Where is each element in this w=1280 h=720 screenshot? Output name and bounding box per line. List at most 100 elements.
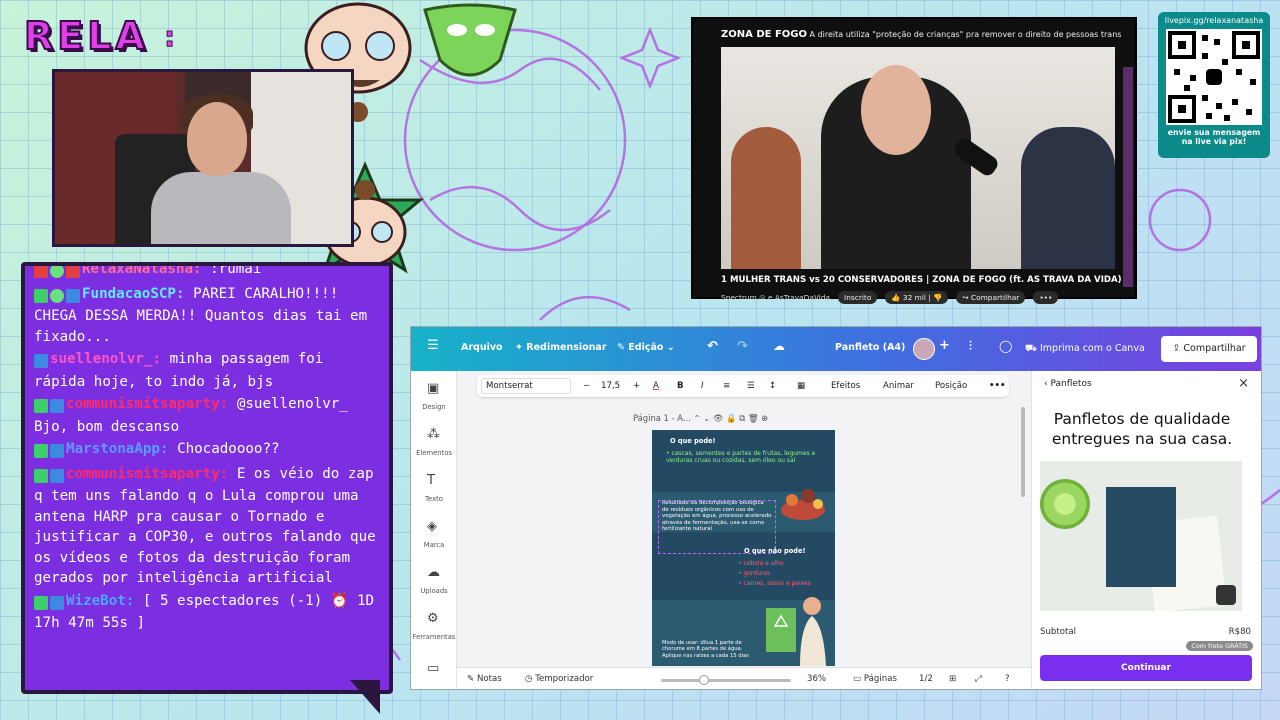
page-bad-item-2[interactable]: • gorduras [738,570,770,577]
spacing-icon[interactable]: ↕ [769,381,776,391]
close-icon[interactable]: × [1238,376,1249,391]
chat-username[interactable]: suellenolvr_ [50,351,153,367]
redo-button[interactable]: ↷ [737,339,748,354]
shapes-icon[interactable]: ⁂ [427,427,441,442]
more-button[interactable]: ••• [1033,291,1059,304]
upload-icon[interactable]: ☁ [427,565,441,580]
insights-icon[interactable]: ⫶ [969,339,972,354]
font-size-increase[interactable]: + [633,381,640,391]
font-size-value[interactable]: 17,5 [601,381,620,391]
sidebar-item-label[interactable]: Marca [411,541,457,549]
undo-button[interactable]: ↶ [707,339,718,354]
green-badge-icon [34,288,48,303]
page-heading-bad[interactable]: O que não pode! [744,547,806,555]
qr-code-pattern [1168,31,1260,123]
page-bad-item-1[interactable]: • cebola e alho [738,560,784,567]
pages-button[interactable]: ▭ Páginas [853,674,897,684]
edit-menu[interactable]: ✎ Edição ⌄ [617,342,675,353]
blue-badge-icon [50,444,64,458]
italic-button[interactable]: I [701,381,704,391]
resize-menu[interactable]: ✦ Redimensionar [515,342,607,353]
document-title[interactable]: Panfleto (A4) [835,342,905,353]
subscribe-button[interactable]: Inscrito [838,291,878,304]
zoom-slider-knob[interactable] [699,675,709,685]
file-menu[interactable]: Arquivo [461,342,503,353]
notes-button[interactable]: ✎ Notas [467,674,502,684]
page-footer-text[interactable]: Modo de usar: dilua 1 parte de chorume e… [662,640,762,659]
zoom-value[interactable]: 36% [807,674,826,684]
chat-username[interactable]: communismitsaparty [66,466,220,482]
comment-icon[interactable]: ◯ [999,339,1012,353]
tools-icon[interactable]: ⚙ [427,611,441,626]
page-heading-ok[interactable]: O que pode! [670,437,716,445]
canvas-scrollbar[interactable] [1021,407,1025,497]
help-button[interactable]: ? [1005,674,1010,684]
share-button[interactable]: ⇪ Compartilhar [1161,336,1257,362]
sidebar-item-label[interactable]: Texto [411,495,457,503]
more-options-button[interactable]: ••• [989,381,1005,391]
chat-username[interactable]: WizeBot [66,593,126,609]
share-button[interactable]: ↪ Compartilhar [956,291,1026,304]
list-icon[interactable]: ☰ [747,381,755,391]
sidebar-item-label[interactable]: Ferramentas [411,633,457,641]
cloud-save-icon[interactable]: ☁ [773,339,785,353]
video-title[interactable]: 1 MULHER TRANS vs 20 CONSERVADORES | ZON… [721,275,1122,285]
chat-username[interactable]: MarstonaApp [66,441,160,457]
page-count[interactable]: 1/2 [919,674,933,684]
page-label[interactable]: Página 1 - A... [633,413,691,423]
sidebar-item-label[interactable]: Elementos [411,449,457,457]
channel-name[interactable]: Spectrum ◎ e AsTravaDaVida [721,293,830,302]
font-size-decrease[interactable]: − [583,381,590,391]
effects-button[interactable]: Efeitos [831,381,860,391]
timer-button[interactable]: ◷ Temporizador [525,674,593,684]
user-avatar[interactable] [913,338,935,360]
continue-button[interactable]: Continuar [1040,655,1252,681]
chat-username-colon: : [219,465,237,482]
font-selector[interactable]: Montserrat [481,378,571,394]
page-ok-text[interactable]: • cascas, sementes e partes de frutas, l… [666,450,826,465]
green-badge-icon [34,468,48,483]
brand-icon[interactable]: ◈ [427,519,441,534]
related-videos-strip[interactable] [1123,67,1133,287]
chat-badges [34,266,82,282]
layout-icon[interactable]: ▣ [427,381,441,396]
flyer-page[interactable]: O que pode! • cascas, sementes e partes … [652,430,835,666]
chat-message: RelaxaNatasha: :rumai [34,266,381,282]
fullscreen-icon[interactable]: ⤢ [975,674,982,684]
position-button[interactable]: Posição [935,381,967,391]
video-meta: Spectrum ◎ e AsTravaDaVida Inscrito 👍 32… [721,291,1059,304]
sidebar-item-label[interactable]: Design [411,403,457,411]
zoom-slider[interactable] [661,675,791,685]
transparency-icon[interactable]: ▦ [797,381,805,391]
animate-button[interactable]: Animar [883,381,914,391]
flyer-preview-image [1106,487,1176,587]
page-controls-icons[interactable]: ⌃ ⌄ 👁 🔒 ⧉ 🗑 ⊕ [693,413,768,423]
page-bad-item-3[interactable]: • carnes, ossos e peixes [738,580,811,587]
text-color-icon[interactable]: A [653,381,659,391]
red-badge-icon [34,266,48,278]
resize-icon: ✦ [515,342,527,353]
folder-icon[interactable]: ▭ [427,661,441,676]
bold-button[interactable]: B [677,381,684,391]
expand-preview-icon[interactable] [1216,585,1236,605]
chat-username[interactable]: FundacaoSCP [82,286,176,302]
chat-username[interactable]: RelaxaNatasha [82,266,193,277]
chat-username-colon: : [159,441,178,457]
align-icon[interactable]: ≡ [723,381,730,391]
like-button[interactable]: 👍 32 mil | 👎 [885,291,949,304]
add-collaborator-icon[interactable]: + [939,338,950,353]
video-frame[interactable] [721,47,1115,269]
sidebar-item-label[interactable]: Uploads [411,587,457,595]
stream-chat: RelaxaNatasha: :rumai FundacaoSCP: PAREI … [21,262,393,694]
youtube-player[interactable]: ZONA DE FOGO A direita utiliza "proteção… [691,17,1137,304]
grid-view-icon[interactable]: ⊞ [949,674,956,684]
webcam-feed [52,69,354,247]
menu-hamburger-icon[interactable]: ☰ [427,338,439,353]
video-person-left [731,127,801,269]
text-icon[interactable]: T [427,473,441,488]
print-with-canva-button[interactable]: ⛟ Imprima com o Canva [1025,336,1155,362]
chat-username[interactable]: communismitsaparty [66,396,220,412]
like-count: 32 mil [902,293,926,302]
chat-message: WizeBot: [ 5 espectadores (-1) ⏰ 1D 17h … [34,591,381,634]
selection-box[interactable] [658,500,776,554]
